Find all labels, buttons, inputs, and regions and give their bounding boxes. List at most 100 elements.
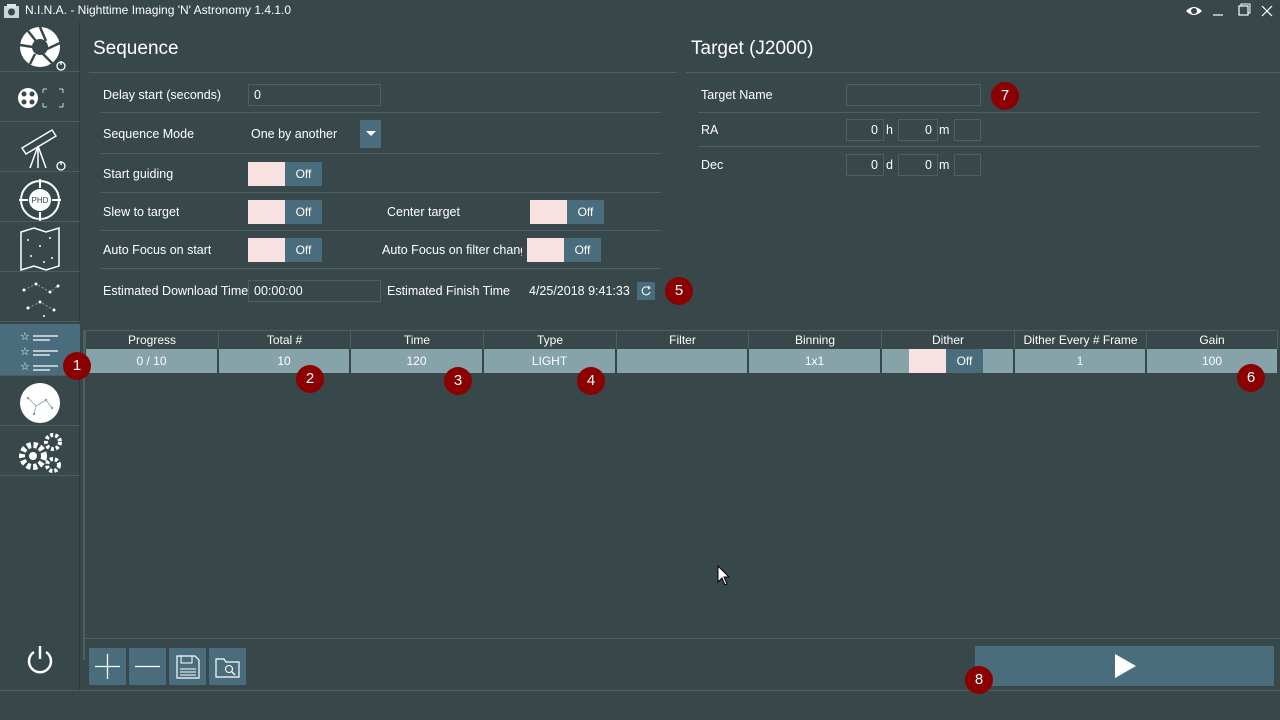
column-header[interactable]: Dither Every # Frame	[1014, 331, 1146, 349]
telescope-icon	[20, 128, 66, 171]
app-logo-icon	[4, 4, 19, 18]
camera-aperture-icon	[19, 26, 66, 71]
target-name-input[interactable]	[846, 84, 981, 106]
refresh-icon[interactable]	[637, 282, 655, 300]
toggle-state: Off	[285, 238, 322, 262]
sequence-panel: Sequence Delay start (seconds) 0 Sequenc…	[83, 22, 1280, 690]
sequence-mode-value: One by another	[251, 127, 338, 141]
annotation-badge: 8	[965, 666, 993, 694]
filter-cell[interactable]	[617, 349, 747, 373]
nav-telescope[interactable]	[0, 122, 80, 172]
sequence-mode-label: Sequence Mode	[103, 127, 195, 141]
toggle-state: Off	[285, 200, 322, 224]
annotation-badge: 6	[1237, 364, 1265, 392]
toggle-state: Off	[567, 200, 604, 224]
ra-label: RA	[701, 123, 719, 137]
slew-to-target-label: Slew to target	[103, 205, 180, 219]
maximize-icon[interactable]	[1233, 2, 1253, 20]
total-cell[interactable]: 10	[219, 349, 349, 373]
ra-hours-input[interactable]: 0	[846, 119, 884, 141]
bottom-toolbar	[83, 638, 1280, 690]
chevron-down-icon[interactable]	[360, 120, 381, 148]
constellation-globe-icon	[20, 383, 60, 423]
toggle-state: Off	[946, 349, 983, 373]
annotation-badge: 7	[991, 82, 1019, 110]
ra-minutes-input[interactable]: 0	[898, 119, 938, 141]
dither-toggle[interactable]: Off	[909, 349, 983, 373]
remove-row-button[interactable]	[129, 648, 166, 685]
slew-to-target-toggle[interactable]: Off	[248, 200, 322, 224]
column-header[interactable]: Gain	[1146, 331, 1278, 349]
toggle-state: Off	[564, 238, 601, 262]
plus-icon	[95, 654, 120, 679]
delay-start-label: Delay start (seconds)	[103, 88, 222, 102]
ra-minutes-unit: m	[939, 123, 950, 137]
dither-cell[interactable]: Off	[882, 349, 1013, 373]
column-header[interactable]: Filter	[616, 331, 748, 349]
binning-cell[interactable]: 1x1	[749, 349, 880, 373]
eye-icon[interactable]	[1184, 2, 1204, 20]
start-guiding-label: Start guiding	[103, 167, 174, 181]
progress-cell: 0 / 10	[86, 349, 217, 373]
ra-hours-unit: h	[886, 123, 893, 137]
framing-stars-icon	[22, 282, 60, 317]
svg-text:☆: ☆	[20, 360, 30, 373]
center-target-toggle[interactable]: Off	[530, 200, 604, 224]
target-title: Target (J2000)	[691, 38, 814, 59]
mouse-cursor-icon	[717, 565, 731, 586]
nav-sky-atlas[interactable]	[0, 222, 80, 272]
delay-start-input[interactable]: 0	[248, 84, 381, 106]
save-sequence-button[interactable]	[169, 648, 206, 685]
annotation-badge: 4	[577, 367, 605, 395]
column-header[interactable]: Binning	[748, 331, 881, 349]
ra-seconds-input[interactable]	[954, 119, 981, 141]
column-header[interactable]: Time	[350, 331, 483, 349]
window-title: N.I.N.A. - Nighttime Imaging 'N' Astrono…	[25, 3, 292, 17]
start-sequence-button[interactable]	[975, 646, 1274, 686]
dec-degrees-unit: d	[886, 158, 893, 172]
add-row-button[interactable]	[89, 648, 126, 685]
power-icon[interactable]	[25, 644, 55, 676]
title-bar: N.I.N.A. - Nighttime Imaging 'N' Astrono…	[0, 0, 1280, 22]
minus-icon	[135, 665, 160, 668]
table-row[interactable]: 0 / 10 10 120 LIGHT 1x1 Off 1 100	[85, 348, 1278, 374]
nav-options[interactable]	[0, 426, 80, 476]
dec-seconds-input[interactable]	[954, 154, 981, 176]
annotation-badge: 3	[444, 367, 472, 395]
est-finish-label: Estimated Finish Time	[387, 284, 510, 298]
af-on-start-toggle[interactable]: Off	[248, 238, 322, 262]
column-header[interactable]: Progress	[85, 331, 218, 349]
nav-imaging[interactable]	[0, 376, 80, 426]
dither-every-cell[interactable]: 1	[1015, 349, 1145, 373]
nav-guider[interactable]: PHD	[0, 172, 80, 222]
annotation-badge: 1	[63, 352, 91, 380]
column-header[interactable]: Total #	[218, 331, 350, 349]
column-header[interactable]: Dither	[881, 331, 1014, 349]
nav-filter-wheel[interactable]	[0, 72, 80, 122]
gears-icon	[19, 433, 62, 473]
dec-minutes-input[interactable]: 0	[898, 154, 938, 176]
column-header[interactable]: Type	[483, 331, 616, 349]
center-target-label: Center target	[387, 205, 460, 219]
af-on-filter-toggle[interactable]: Off	[527, 238, 601, 262]
load-sequence-button[interactable]	[209, 648, 246, 685]
sequence-grid-header: Progress Total # Time Type Filter Binnin…	[85, 330, 1278, 349]
est-download-value: 00:00:00	[248, 280, 381, 302]
nav-camera[interactable]	[0, 22, 80, 72]
sequence-mode-select[interactable]: One by another	[248, 120, 381, 148]
af-on-filter-label: Auto Focus on filter chang	[382, 243, 522, 257]
annotation-badge: 2	[296, 365, 324, 393]
close-icon[interactable]	[1257, 2, 1277, 20]
start-guiding-toggle[interactable]: Off	[248, 162, 322, 186]
toggle-state: Off	[285, 162, 322, 186]
annotation-badge: 5	[665, 277, 693, 305]
dec-degrees-input[interactable]: 0	[846, 154, 884, 176]
minimize-icon[interactable]	[1208, 2, 1228, 20]
nav-framing[interactable]	[0, 272, 80, 322]
save-icon	[176, 655, 200, 679]
phd-guider-icon: PHD	[19, 179, 61, 221]
phd-label: PHD	[32, 196, 49, 205]
target-name-label: Target Name	[701, 88, 773, 102]
sky-map-icon	[20, 226, 60, 272]
svg-text:☆: ☆	[20, 345, 30, 358]
